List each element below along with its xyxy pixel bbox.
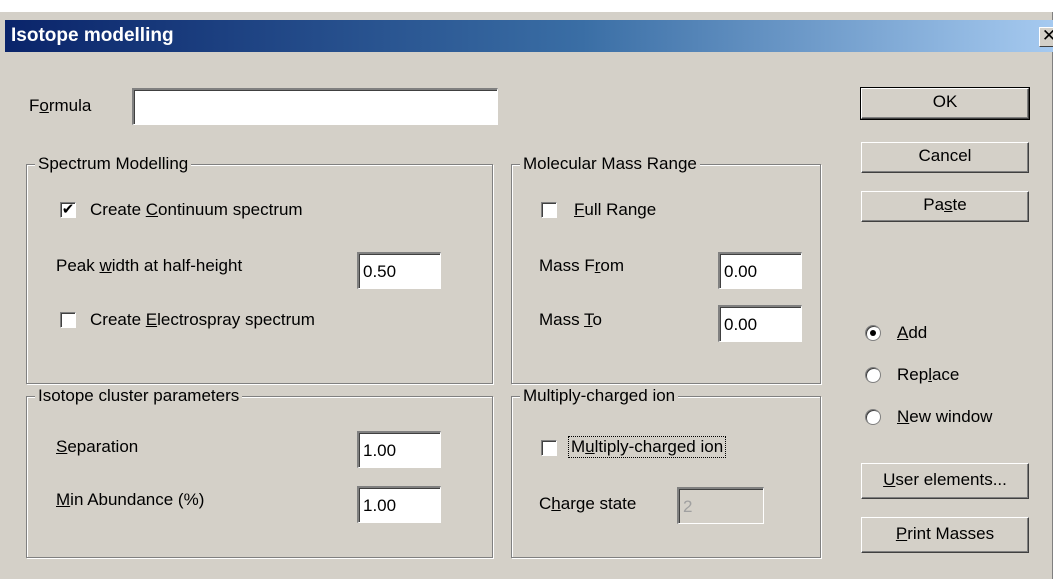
new-window-radio[interactable] — [865, 409, 881, 425]
multiply-charged-group: Multiply-charged ion — [511, 386, 821, 558]
title-bar[interactable]: Isotope modelling ✕ — [5, 20, 1053, 52]
peak-width-label: Peak width at half-height — [56, 256, 243, 275]
min-abundance-input[interactable]: 1.00 — [357, 486, 441, 523]
electrospray-spectrum-label[interactable]: Create Electrospray spectrum — [90, 310, 315, 330]
mass-from-input[interactable]: 0.00 — [718, 252, 802, 289]
formula-label: Formula — [29, 96, 92, 115]
isotope-modelling-dialog: Isotope modelling ✕ Formula Spectrum Mod… — [0, 12, 1053, 579]
isotope-cluster-group: Isotope cluster parameters — [26, 386, 493, 558]
add-radio[interactable] — [865, 325, 881, 341]
user-elements-button[interactable]: User elements... — [861, 463, 1029, 499]
min-abundance-value: 1.00 — [363, 496, 397, 515]
charge-state-label: Charge state — [539, 494, 637, 513]
full-range-checkbox[interactable] — [541, 202, 557, 218]
paste-button[interactable]: Paste — [861, 191, 1029, 222]
print-masses-button[interactable]: Print Masses — [861, 517, 1029, 553]
continuum-spectrum-checkbox[interactable]: ✔ — [60, 202, 76, 218]
formula-input[interactable] — [132, 88, 498, 125]
multiply-charged-legend: Multiply-charged ion — [520, 386, 679, 406]
mass-range-legend: Molecular Mass Range — [520, 154, 700, 174]
multiply-charged-checkbox[interactable] — [541, 440, 557, 456]
min-abundance-label: Min Abundance (%) — [56, 490, 205, 509]
ok-button[interactable]: OK — [860, 87, 1030, 120]
replace-radio-label[interactable]: Replace — [897, 365, 959, 385]
separation-value: 1.00 — [363, 441, 397, 460]
close-button[interactable]: ✕ — [1039, 27, 1053, 47]
checkmark-icon: ✔ — [61, 201, 75, 218]
mass-to-value: 0.00 — [724, 315, 758, 334]
spectrum-modelling-legend: Spectrum Modelling — [35, 154, 192, 174]
replace-radio[interactable] — [865, 367, 881, 383]
mass-from-value: 0.00 — [724, 262, 758, 281]
peak-width-value: 0.50 — [363, 262, 397, 281]
radio-selected-dot — [870, 330, 876, 336]
peak-width-input[interactable]: 0.50 — [357, 252, 441, 289]
mass-from-label: Mass From — [539, 256, 625, 275]
new-window-radio-label[interactable]: New window — [897, 407, 992, 427]
full-range-label[interactable]: Full Range — [574, 200, 656, 220]
cancel-button[interactable]: Cancel — [861, 142, 1029, 173]
add-radio-label[interactable]: Add — [897, 323, 927, 343]
window-title: Isotope modelling — [11, 25, 174, 46]
electrospray-spectrum-checkbox[interactable] — [60, 312, 76, 328]
charge-state-input[interactable]: 2 — [677, 487, 764, 524]
mass-to-label: Mass To — [539, 310, 603, 329]
separation-input[interactable]: 1.00 — [357, 431, 441, 468]
charge-state-value: 2 — [683, 497, 693, 516]
mass-to-input[interactable]: 0.00 — [718, 305, 802, 342]
multiply-charged-label[interactable]: Multiply-charged ion — [567, 436, 727, 458]
isotope-cluster-legend: Isotope cluster parameters — [35, 386, 243, 406]
close-icon: ✕ — [1042, 28, 1053, 45]
continuum-spectrum-label[interactable]: Create Continuum spectrum — [90, 200, 303, 220]
separation-label: Separation — [56, 437, 139, 456]
